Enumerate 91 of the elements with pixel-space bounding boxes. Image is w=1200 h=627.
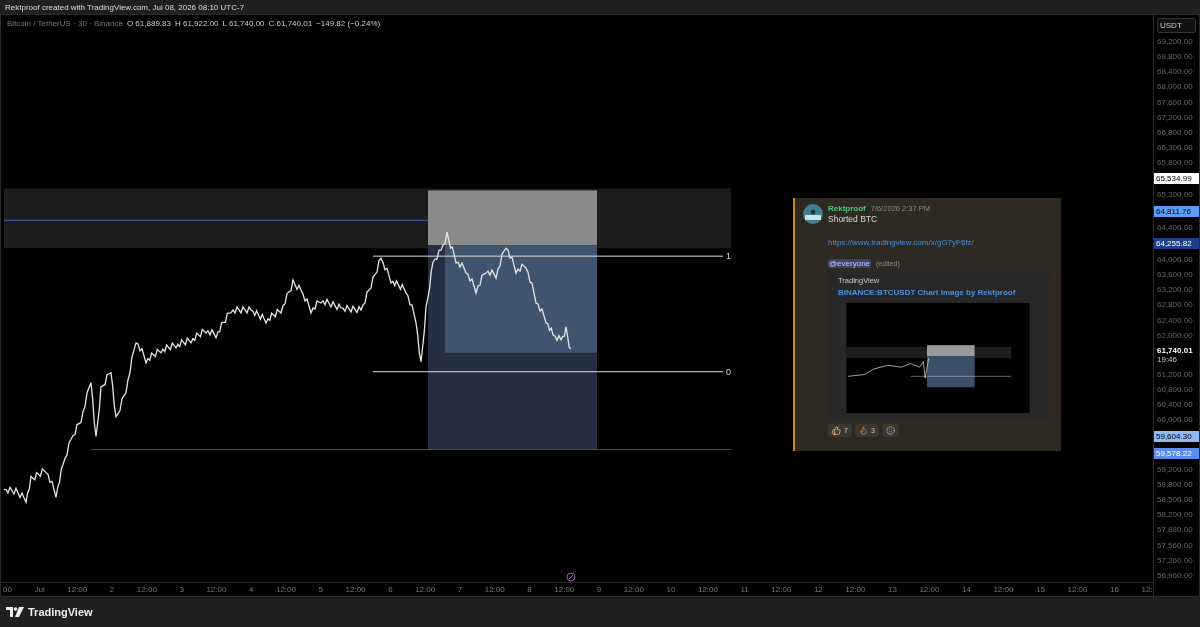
- ohlc-value: L 61,740.00: [222, 19, 265, 28]
- time-label: 15: [1036, 585, 1045, 594]
- time-label: 12:00: [275, 585, 296, 594]
- price-label: 69,200.00: [1156, 37, 1194, 46]
- price-label: 57,260.00: [1156, 555, 1194, 565]
- price-label: 57,560.00: [1156, 540, 1194, 550]
- time-label: 12:00: [845, 585, 866, 594]
- time-label: 10: [666, 585, 676, 594]
- price-label: 62,400.00: [1156, 315, 1194, 325]
- add-reaction-button[interactable]: [881, 424, 899, 437]
- price-label: 61,200.00: [1156, 369, 1194, 379]
- time-label: 6: [388, 585, 393, 594]
- price-label: 67,200.00: [1156, 112, 1194, 122]
- ohlc-value: O 61,889.83: [126, 19, 171, 28]
- bar-countdown: 19:46: [1157, 354, 1179, 364]
- price-label: 66,800.00: [1156, 127, 1194, 137]
- time-label: 16: [1110, 585, 1119, 594]
- message-link[interactable]: https://www.tradingview.com/x/gG7yF6fz/: [828, 238, 1053, 247]
- price-change: −149.82 (−0.24%): [316, 19, 381, 28]
- time-label: 11: [740, 585, 749, 594]
- price-badge: 59,604.30: [1154, 430, 1199, 442]
- time-label: 12:00: [623, 585, 644, 594]
- price-badge: 64,811.76: [1154, 205, 1199, 217]
- price-label: 63,600.00: [1156, 270, 1194, 280]
- time-label: 12:00: [345, 585, 366, 594]
- price-label: 60,400.00: [1156, 400, 1194, 410]
- time-label: 12:00: [993, 585, 1014, 594]
- time-label: 2: [109, 585, 115, 594]
- price-label: 58,800.00: [1156, 479, 1194, 489]
- price-label: 63,200.00: [1156, 285, 1194, 295]
- mention-tag[interactable]: @everyone: [828, 259, 872, 268]
- price-label: 60,800.00: [1156, 385, 1194, 395]
- price-label: 58,200.00: [1156, 510, 1194, 520]
- time-label: 12:00: [67, 585, 88, 594]
- price-label: 56,960.00: [1156, 570, 1194, 580]
- time-label: 8: [527, 585, 532, 594]
- time-label: 14: [961, 585, 971, 594]
- time-label: Jul: [34, 585, 45, 594]
- price-label: 66,300.00: [1156, 143, 1194, 152]
- time-label: 12:00: [206, 585, 227, 594]
- price-label: 65,800.00: [1156, 158, 1194, 168]
- price-label: 62,000.00: [1156, 330, 1194, 340]
- time-label: 5: [318, 585, 323, 594]
- time-label: 12:00: [554, 585, 575, 594]
- price-label: 68,000.00: [1156, 82, 1194, 92]
- time-label: 12: [813, 585, 823, 594]
- time-label: 12:: [1141, 585, 1153, 594]
- price-label: 68,400.00: [1156, 67, 1194, 77]
- author-name[interactable]: Rektproof: [828, 204, 866, 213]
- preview-title[interactable]: BINANCE:BTCUSDT Chart Image by Rektproof: [838, 288, 1040, 297]
- time-label: 3: [179, 585, 184, 594]
- brand-name: TradingView: [28, 606, 93, 618]
- level-label: 1: [726, 251, 731, 262]
- ohlc-value: C 61,740.01: [268, 19, 313, 28]
- flame-icon: [858, 426, 868, 435]
- level-label: 0: [726, 366, 731, 377]
- price-label: 58,500.00: [1156, 495, 1194, 505]
- currency-label[interactable]: USDT: [1157, 18, 1196, 33]
- time-label: 4: [248, 585, 254, 594]
- time-label: 12:00: [484, 585, 505, 594]
- price-label: 60,000.00: [1156, 415, 1194, 425]
- smiley-icon: [885, 426, 895, 435]
- price-badge: 64,255.82: [1154, 237, 1199, 249]
- time-label: 9: [596, 585, 602, 594]
- ohlc-value: H 61,922.00: [174, 19, 219, 28]
- logo-icon: [6, 607, 24, 617]
- time-label: 12:00: [415, 585, 436, 594]
- time-label: 12:00: [136, 585, 157, 594]
- price-label: 64,000.00: [1156, 254, 1194, 264]
- time-label: 12:00: [697, 585, 718, 594]
- chart-caption: Rektproof created with TradingView.com, Jul 08, 2026 08:10 UTC-7: [5, 2, 245, 12]
- price-label: 62,800.00: [1156, 300, 1194, 310]
- time-label: 12:00: [771, 585, 792, 594]
- time-label: 00: [3, 585, 12, 594]
- symbol-title: Bitcoin / TetherUS · 30 · Binance: [7, 19, 123, 28]
- price-label: 57,880.00: [1156, 525, 1194, 535]
- price-label: 65,300.00: [1156, 190, 1194, 200]
- price-badge: 65,534.99: [1154, 173, 1199, 185]
- time-label: 12:00: [919, 585, 940, 594]
- time-label: 13: [887, 585, 897, 594]
- price-badge: 59,578.22: [1154, 447, 1199, 459]
- last-price: 61,740.01: [1157, 345, 1194, 355]
- time-label: 7: [457, 585, 463, 594]
- price-label: 64,400.00: [1156, 222, 1194, 232]
- marker-icon[interactable]: [566, 572, 576, 582]
- thumbs-up-icon: [832, 426, 841, 435]
- price-label: 59,200.00: [1156, 464, 1194, 474]
- price-label: 67,600.00: [1156, 97, 1194, 107]
- price-label: 68,800.00: [1156, 52, 1194, 62]
- message-text: Shorted BTC: [828, 214, 879, 224]
- time-label: 12:00: [1067, 585, 1088, 594]
